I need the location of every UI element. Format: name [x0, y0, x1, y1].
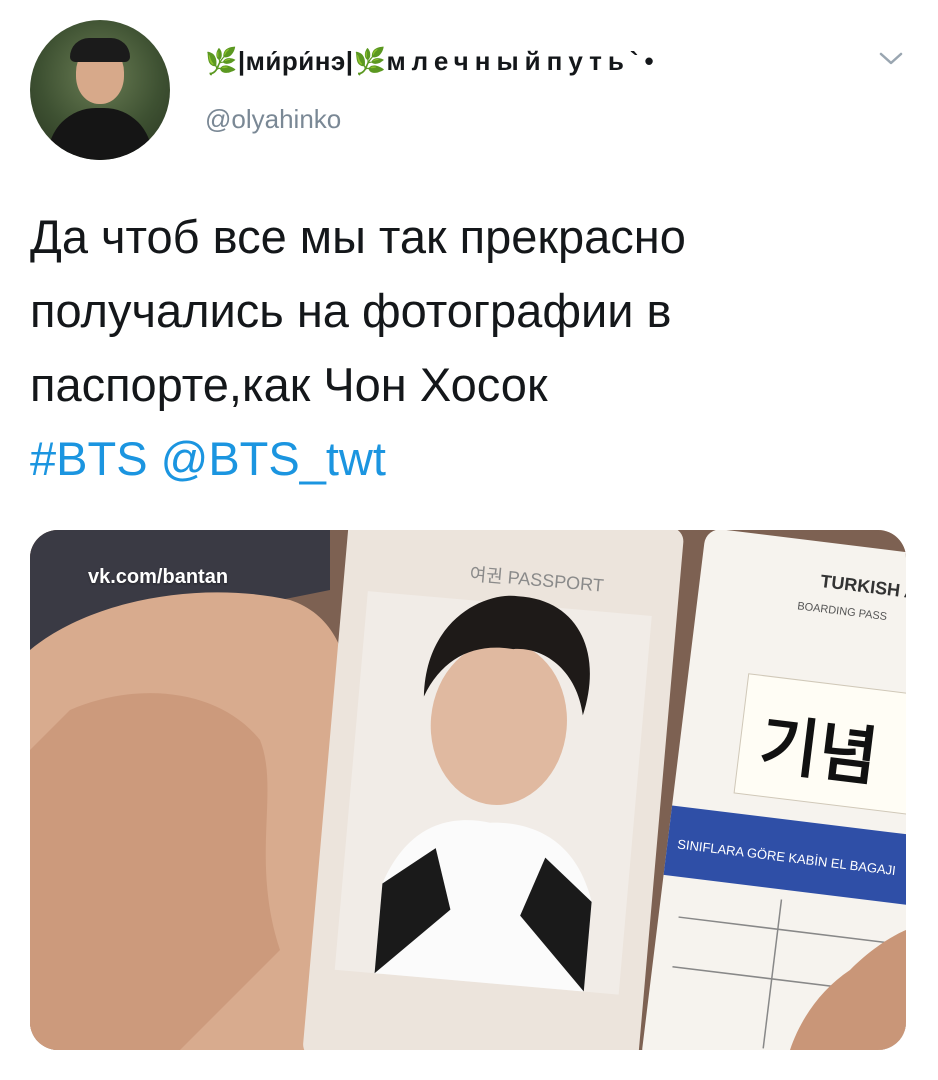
- photo-illustration: 여권 PASSPORT TURKISH AIRLINES BOARDING PA…: [30, 530, 906, 1050]
- hashtag-link[interactable]: #BTS: [30, 432, 148, 485]
- avatar[interactable]: [30, 20, 170, 160]
- display-name-part2: млечныйпуть`•: [386, 46, 660, 76]
- tweet-text: Да чтоб все мы так прекрасно получались …: [30, 200, 900, 496]
- leaf-emoji-icon: 🌿: [205, 46, 238, 76]
- chevron-down-icon[interactable]: [878, 48, 904, 68]
- mention-link[interactable]: @BTS_twt: [161, 432, 386, 485]
- tweet-media-photo[interactable]: 여권 PASSPORT TURKISH AIRLINES BOARDING PA…: [30, 530, 906, 1050]
- user-handle[interactable]: @olyahinko: [205, 104, 341, 135]
- leaf-emoji-icon: 🌿: [353, 46, 387, 76]
- korean-sign: 기념: [756, 708, 882, 796]
- avatar-cap-shape: [70, 38, 130, 62]
- tweet-text-line: Да чтоб все мы так прекрасно: [30, 210, 686, 263]
- tweet-text-line: паспорте,как Чон Хосок: [30, 358, 548, 411]
- display-name[interactable]: 🌿|ми́ри́нэ|🌿млечныйпуть`•: [205, 46, 660, 77]
- media-watermark: vk.com/bantan: [88, 566, 229, 588]
- avatar-body-shape: [48, 108, 152, 160]
- tweet-tags: #BTS @BTS_twt: [30, 422, 900, 496]
- display-name-part1: |ми́ри́нэ|: [237, 46, 354, 76]
- tweet-text-line: получались на фотографии в: [30, 284, 672, 337]
